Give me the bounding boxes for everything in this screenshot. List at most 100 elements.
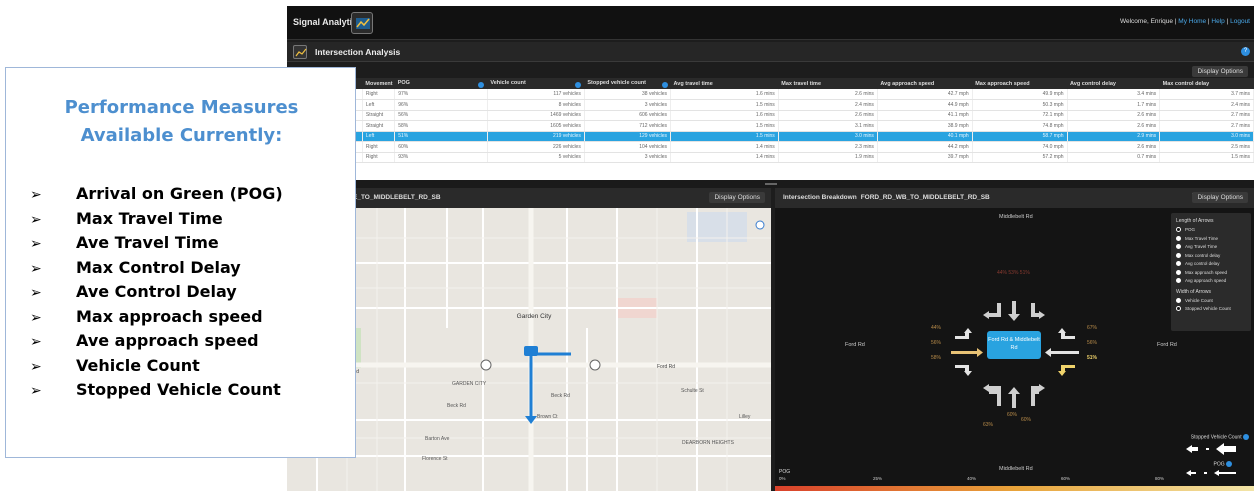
table-row[interactable]: _WB...EastboundRight93%5 vehicles3 vehic… <box>287 152 1254 163</box>
info-icon[interactable] <box>1226 461 1232 467</box>
measure-list-item: ➢ Ave approach speed <box>30 331 259 350</box>
table-cell: Right <box>362 152 396 163</box>
radio-icon[interactable] <box>1176 297 1181 303</box>
table-row[interactable]: TO_FOR...WestboundStraight56%1469 vehicl… <box>287 110 1254 121</box>
table-cell: 0.7 mins <box>1067 152 1161 163</box>
splitter-grip-icon[interactable] <box>765 183 777 185</box>
column-header[interactable]: Max control delay <box>1159 78 1254 89</box>
table-cell: 1605 vehicles <box>487 120 585 132</box>
radio-icon[interactable] <box>1176 235 1181 241</box>
table-cell: 226 vehicles <box>487 141 585 153</box>
column-header[interactable]: Stopped vehicle count <box>584 78 671 89</box>
table-row[interactable]: TO_MID...WestboundLeft51%219 vehicles129… <box>287 131 1254 142</box>
radio-icon[interactable] <box>1176 269 1181 275</box>
radio-icon[interactable] <box>1176 227 1181 233</box>
turn-right-arrow-icon <box>983 303 1001 319</box>
panel-splitter[interactable] <box>287 180 1254 188</box>
table-cell: 1.4 mins <box>670 152 779 163</box>
table-cell: 2.3 mins <box>778 141 878 153</box>
radio-icon[interactable] <box>1176 252 1181 258</box>
highway-shield-icon <box>480 359 492 371</box>
column-header[interactable]: Vehicle count <box>487 78 585 89</box>
map-label-dearborn-heights: DEARBORN HEIGHTS <box>682 440 734 446</box>
radio-option[interactable]: POG <box>1176 227 1246 236</box>
map-display-options-button[interactable]: Display Options <box>709 192 765 203</box>
column-header[interactable]: Max travel time <box>778 78 878 89</box>
map-canvas[interactable] <box>287 208 771 491</box>
measure-list-item: ➢ Vehicle Count <box>30 355 200 375</box>
table-cell: 57.2 mph <box>972 152 1068 163</box>
radio-icon[interactable] <box>1176 278 1181 284</box>
map-panel: E_TO_MIDDLEBELT_RD_SB Display Options Ga… <box>287 188 771 491</box>
table-cell: 2.5 mins <box>1159 141 1254 153</box>
street-label-north: Middlebelt Rd <box>999 214 1033 220</box>
app-logo-icon[interactable] <box>351 12 373 34</box>
legend-width-arrows-icon <box>1186 443 1236 455</box>
column-header[interactable]: Avg approach speed <box>877 78 973 89</box>
table-row[interactable]: TO_MID...WestboundRight97%117 vehicles38… <box>287 89 1254 100</box>
column-header[interactable]: Avg control delay <box>1067 78 1160 89</box>
table-cell: 1.5 mins <box>670 120 779 132</box>
table-cell: 2.4 mins <box>778 99 878 111</box>
map-label-garden-city-road: GARDEN CITY <box>452 381 487 387</box>
column-header[interactable]: Movement <box>362 78 395 89</box>
radio-option[interactable]: Max control delay <box>1176 253 1246 262</box>
table-cell: 49.9 mph <box>972 89 1068 100</box>
arrow-bullet-icon: ➢ <box>30 211 42 228</box>
table-cell: 2.7 mins <box>1159 110 1254 121</box>
info-icon[interactable] <box>478 81 485 88</box>
column-header[interactable]: Max approach speed <box>972 78 1068 89</box>
straight-arrow-icon <box>1008 387 1020 408</box>
table-cell: 44.2 mph <box>877 141 973 153</box>
table-cell: 74.8 mph <box>972 120 1068 132</box>
table-cell: 58% <box>394 120 488 132</box>
arrow-options-dropdown: Length of Arrows POG Max Travel Time Avg T… <box>1171 213 1251 331</box>
table-row[interactable]: _NB_T...NorthboundLeft96%8 vehicles3 veh… <box>287 99 1254 111</box>
radio-option[interactable]: Vehicle Count <box>1176 298 1246 307</box>
south-approach-arrows <box>983 384 1045 408</box>
radio-icon[interactable] <box>1176 306 1181 312</box>
logout-link[interactable]: Logout <box>1230 18 1250 25</box>
radio-icon[interactable] <box>1176 261 1181 267</box>
north-approach-arrows <box>983 301 1045 321</box>
pct-south-2: 60% <box>1021 417 1032 423</box>
table-cell: 2.7 mins <box>1159 120 1254 132</box>
intersection-center-label[interactable]: Ford Rd & Middlebelt Rd <box>987 331 1041 359</box>
legend-pog: POG <box>1213 461 1232 467</box>
radio-option[interactable]: Max Travel Time <box>1176 236 1246 245</box>
table-cell: 3 vehicles <box>584 152 672 163</box>
radio-option[interactable]: Avg approach speed <box>1176 278 1246 287</box>
table-cell: 1469 vehicles <box>487 110 585 121</box>
straight-arrow-icon <box>1008 301 1020 321</box>
radio-option[interactable]: Max approach speed <box>1176 270 1246 279</box>
map-label-florence-st: Florence St <box>422 456 448 462</box>
help-link[interactable]: Help <box>1211 18 1224 25</box>
column-header[interactable]: POG <box>394 78 488 89</box>
info-icon[interactable] <box>575 81 582 88</box>
column-header[interactable]: Avg travel time <box>670 78 779 89</box>
map-label-garden-city: Garden City <box>516 313 552 320</box>
table-row[interactable]: TO_FOR...EastboundStraight58%1605 vehicl… <box>287 120 1254 132</box>
performance-measures-heading: Performance Measures Available Currently… <box>64 97 299 146</box>
help-icon[interactable]: ? <box>1241 47 1250 56</box>
radio-option[interactable]: Avg Travel Time <box>1176 244 1246 253</box>
pct-east-1: 67% <box>1087 325 1098 331</box>
route-marker-icon[interactable] <box>524 346 538 356</box>
radio-option[interactable]: Stopped Vehicle Count <box>1176 306 1246 315</box>
table-cell: 1.5 mins <box>670 99 779 111</box>
info-icon[interactable] <box>1243 434 1249 440</box>
chart-icon <box>293 45 307 59</box>
breakdown-display-options-button[interactable]: Display Options <box>1192 192 1248 203</box>
arrow-bullet-icon: ➢ <box>30 285 42 301</box>
info-icon[interactable] <box>661 81 668 88</box>
radio-option[interactable]: Avg control delay <box>1176 261 1246 270</box>
table-cell: Right <box>362 141 396 153</box>
length-options-list: POG Max Travel Time Avg Travel Time Max con… <box>1176 227 1246 287</box>
table-cell: 5 vehicles <box>487 152 585 163</box>
table-cell: Straight <box>362 110 396 121</box>
table-cell: 44.9 mph <box>877 99 973 111</box>
table-row[interactable]: _NB_T...NorthboundRight60%226 vehicles10… <box>287 141 1254 153</box>
display-options-button[interactable]: Display Options <box>1192 66 1248 77</box>
my-home-link[interactable]: My Home <box>1178 18 1206 25</box>
radio-icon[interactable] <box>1176 244 1181 250</box>
